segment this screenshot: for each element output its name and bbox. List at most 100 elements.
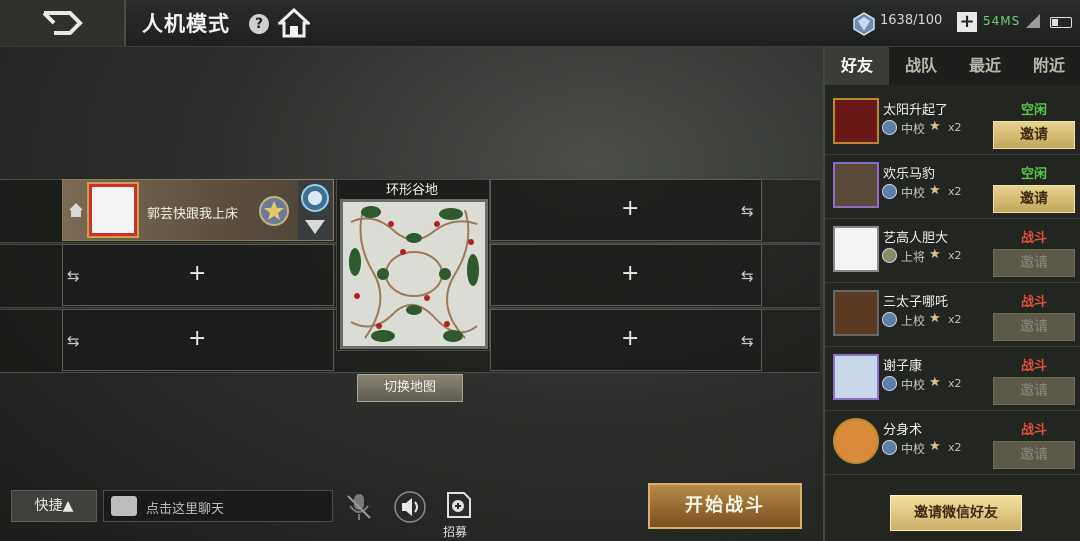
friend-avatar bbox=[833, 226, 879, 272]
star-count: x2 bbox=[948, 377, 962, 390]
friend-rank: 中校 bbox=[901, 186, 926, 200]
recruit-label: 招募 bbox=[443, 525, 468, 539]
friend-rank: 中校 bbox=[901, 378, 926, 392]
invite-button[interactable]: 邀请 bbox=[993, 249, 1075, 277]
friend-name: 谢子康 bbox=[883, 359, 923, 374]
friend-name: 三太子哪吒 bbox=[883, 295, 949, 310]
friend-avatar bbox=[833, 162, 879, 208]
star-count: x2 bbox=[948, 249, 962, 262]
friend-status: 空闲 bbox=[1021, 167, 1048, 182]
wifi-icon bbox=[1026, 14, 1040, 28]
rank-icon bbox=[882, 184, 897, 199]
add-player-icon[interactable]: + bbox=[621, 326, 639, 351]
rank-icon bbox=[882, 120, 897, 135]
empty-slot[interactable]: + ⇆ bbox=[490, 309, 762, 371]
add-player-icon[interactable]: + bbox=[621, 196, 639, 221]
star-icon: ★ bbox=[929, 183, 941, 198]
friend-avatar bbox=[833, 354, 879, 400]
friend-avatar bbox=[833, 290, 879, 336]
friend-row: 分身术 中校 ★ x2 战斗 邀请 bbox=[825, 411, 1080, 475]
friend-list: 太阳升起了 中校 ★ x2 空闲 邀请 欢乐马豹 中校 ★ x2 空闲 邀请 艺… bbox=[825, 91, 1080, 486]
currency-count: 1638/100 bbox=[880, 13, 943, 28]
star-count: x2 bbox=[948, 185, 962, 198]
tab-nearby[interactable]: 附近 bbox=[1017, 47, 1080, 85]
star-count: x2 bbox=[948, 441, 962, 454]
friend-status: 战斗 bbox=[1021, 231, 1048, 246]
back-arrow-icon bbox=[42, 11, 83, 35]
rank-icon bbox=[882, 312, 897, 327]
star-icon: ★ bbox=[929, 439, 941, 454]
battery-icon bbox=[1050, 17, 1072, 28]
tab-recent[interactable]: 最近 bbox=[953, 47, 1017, 85]
invite-wechat-button[interactable]: 邀请微信好友 bbox=[890, 495, 1022, 531]
friend-status: 空闲 bbox=[1021, 103, 1048, 118]
invite-button[interactable]: 邀请 bbox=[993, 377, 1075, 405]
invite-button[interactable]: 邀请 bbox=[993, 441, 1075, 469]
switch-map-button[interactable]: 切换地图 bbox=[357, 374, 463, 402]
player-slot[interactable]: 郭芸快跟我上床 bbox=[62, 179, 334, 241]
help-icon[interactable]: ? bbox=[249, 14, 269, 34]
friend-name: 艺高人胆大 bbox=[883, 231, 949, 246]
swap-icon[interactable]: ⇆ bbox=[67, 332, 80, 350]
friend-rank: 上校 bbox=[901, 314, 926, 328]
swap-icon[interactable]: ⇆ bbox=[741, 202, 754, 220]
star-icon: ★ bbox=[929, 247, 941, 262]
star-icon: ★ bbox=[929, 311, 941, 326]
host-home-icon bbox=[69, 203, 83, 217]
friend-rank: 上将 bbox=[901, 250, 926, 264]
friend-name: 太阳升起了 bbox=[883, 103, 949, 118]
swap-icon[interactable]: ⇆ bbox=[741, 267, 754, 285]
empty-slot[interactable]: + ⇆ bbox=[490, 179, 762, 241]
friend-status: 战斗 bbox=[1021, 295, 1048, 310]
invite-button[interactable]: 邀请 bbox=[993, 121, 1075, 149]
rank-icon bbox=[882, 440, 897, 455]
friend-rank: 中校 bbox=[901, 122, 926, 136]
friends-tabs: 好友 战队 最近 附近 bbox=[825, 47, 1080, 85]
star-count: x2 bbox=[948, 121, 962, 134]
rank-badge-icon bbox=[298, 180, 332, 240]
tab-friends[interactable]: 好友 bbox=[825, 47, 889, 85]
rank-icon bbox=[882, 376, 897, 391]
chat-bubble-icon bbox=[111, 496, 137, 516]
friend-row: 三太子哪吒 上校 ★ x2 战斗 邀请 bbox=[825, 283, 1080, 347]
add-player-icon[interactable]: + bbox=[188, 261, 206, 286]
empty-slot[interactable]: ⇆ + bbox=[62, 309, 334, 371]
tab-clan[interactable]: 战队 bbox=[889, 47, 953, 85]
map-image bbox=[343, 202, 485, 346]
friend-avatar bbox=[833, 98, 879, 144]
star-count: x2 bbox=[948, 313, 962, 326]
empty-slot[interactable]: ⇆ + bbox=[62, 244, 334, 306]
swap-icon[interactable]: ⇆ bbox=[67, 267, 80, 285]
back-button[interactable] bbox=[0, 0, 126, 46]
friend-row: 欢乐马豹 中校 ★ x2 空闲 邀请 bbox=[825, 155, 1080, 219]
friend-row: 艺高人胆大 上将 ★ x2 战斗 邀请 bbox=[825, 219, 1080, 283]
player-avatar bbox=[87, 182, 139, 238]
map-preview[interactable] bbox=[340, 199, 488, 349]
map-name: 环形谷地 bbox=[385, 183, 438, 198]
friend-name: 欢乐马豹 bbox=[883, 167, 936, 182]
invite-button[interactable]: 邀请 bbox=[993, 313, 1075, 341]
avatar-image bbox=[92, 187, 134, 233]
friend-name: 分身术 bbox=[883, 423, 923, 438]
home-icon[interactable] bbox=[278, 8, 310, 38]
add-player-icon[interactable]: + bbox=[188, 326, 206, 351]
add-player-icon[interactable]: + bbox=[621, 261, 639, 286]
friend-rank: 中校 bbox=[901, 442, 926, 456]
speaker-icon[interactable] bbox=[393, 490, 427, 524]
player-name: 郭芸快跟我上床 bbox=[147, 207, 239, 222]
start-battle-button[interactable]: 开始战斗 bbox=[648, 483, 802, 529]
friend-avatar bbox=[833, 418, 879, 464]
mic-muted-icon[interactable] bbox=[342, 490, 376, 524]
friend-status: 战斗 bbox=[1021, 423, 1048, 438]
swap-icon[interactable]: ⇆ bbox=[741, 332, 754, 350]
star-icon: ★ bbox=[929, 119, 941, 134]
add-currency-button[interactable]: + bbox=[957, 12, 977, 32]
chat-input[interactable]: 点击这里聊天 bbox=[103, 490, 333, 522]
friends-panel: 好友 战队 最近 附近 太阳升起了 中校 ★ x2 空闲 邀请 欢乐马豹 中校 … bbox=[823, 47, 1080, 541]
recruit-icon[interactable] bbox=[442, 489, 474, 521]
empty-slot[interactable]: + ⇆ bbox=[490, 244, 762, 306]
star-icon: ★ bbox=[929, 375, 941, 390]
friend-row: 太阳升起了 中校 ★ x2 空闲 邀请 bbox=[825, 91, 1080, 155]
invite-button[interactable]: 邀请 bbox=[993, 185, 1075, 213]
shortcut-button[interactable]: 快捷▲ bbox=[11, 490, 97, 522]
